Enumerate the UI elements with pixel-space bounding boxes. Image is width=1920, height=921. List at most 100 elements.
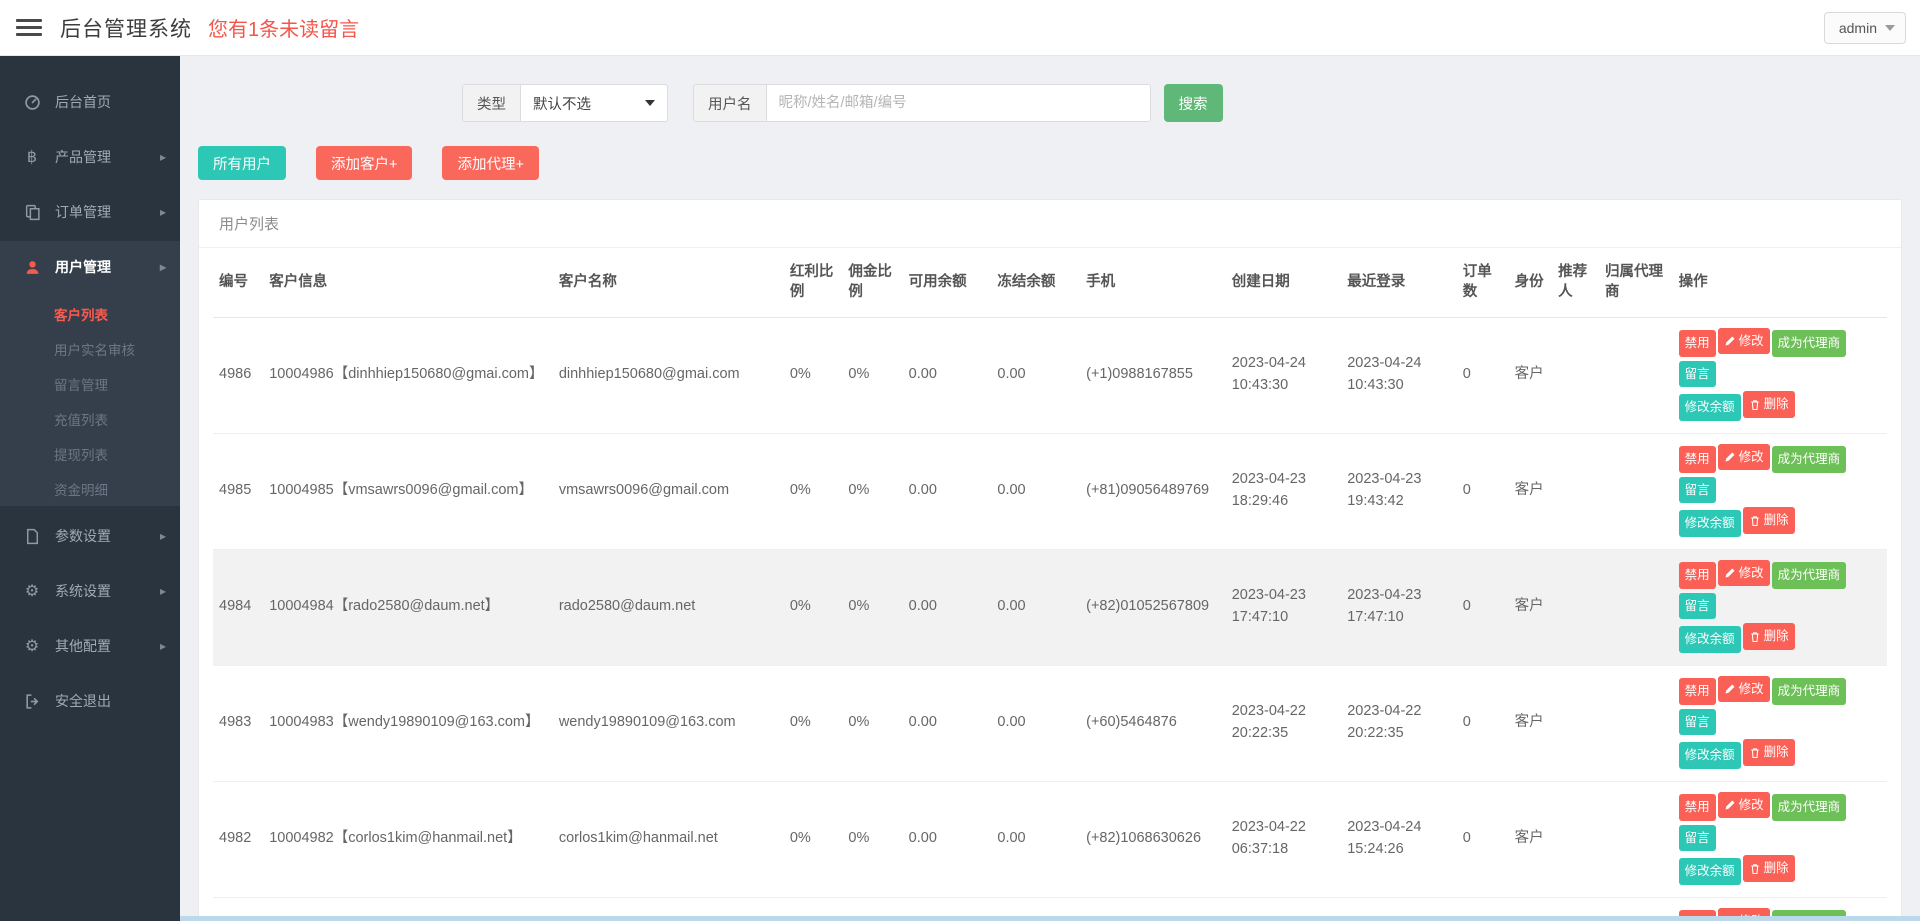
username-filter-label: 用户名 (694, 85, 767, 121)
edit-balance-button[interactable]: 修改余额 (1679, 742, 1741, 769)
delete-button[interactable]: 删除 (1743, 739, 1795, 766)
menu-toggle-icon[interactable] (16, 15, 42, 40)
files-icon (22, 204, 42, 221)
sidebar: 后台首页 ฿ 产品管理 ▸ 订单管理 ▸ 用户管理 ▸ 客户列表 用户实名审核 (0, 56, 180, 921)
delete-button[interactable]: 删除 (1743, 391, 1795, 418)
sidebar-item-users[interactable]: 用户管理 ▸ (0, 241, 180, 293)
column-header: 可用余额 (903, 248, 992, 317)
sidebar-subitem-customer-list[interactable]: 客户列表 (0, 296, 180, 331)
edit-balance-button[interactable]: 修改余额 (1679, 858, 1741, 885)
edit-button[interactable]: 修改 (1718, 444, 1770, 471)
cell-available-balance: 0.00 (903, 665, 992, 781)
edit-button[interactable]: 修改 (1718, 792, 1770, 819)
cell-frozen-balance: 0.00 (991, 781, 1080, 897)
trash-icon (1749, 863, 1761, 875)
cell-bonus-ratio: 0% (784, 665, 843, 781)
delete-button[interactable]: 删除 (1743, 507, 1795, 534)
disable-button[interactable]: 禁用 (1679, 446, 1716, 473)
column-header: 冻结余额 (991, 248, 1080, 317)
column-header: 最近登录 (1341, 248, 1457, 317)
become-agent-button[interactable]: 成为代理商 (1772, 678, 1847, 705)
horizontal-scrollbar[interactable] (180, 916, 1920, 921)
disable-button[interactable]: 禁用 (1679, 562, 1716, 589)
cell-created-date: 2023-04-22 20:22:35 (1226, 665, 1342, 781)
sidebar-subitem-withdraw-list[interactable]: 提现列表 (0, 436, 180, 471)
message-button[interactable]: 留言 (1679, 709, 1716, 736)
column-header: 编号 (213, 248, 263, 317)
cell-phone: (+1)0988167855 (1080, 317, 1226, 433)
disable-button[interactable]: 禁用 (1679, 794, 1716, 821)
sidebar-subitem-realname-review[interactable]: 用户实名审核 (0, 331, 180, 366)
trash-icon (1749, 399, 1761, 411)
search-button[interactable]: 搜索 (1164, 84, 1223, 122)
unread-message-alert[interactable]: 您有1条未读留言 (208, 13, 359, 42)
cell-customer-name: wendy19890109@163.com (553, 665, 784, 781)
disable-button[interactable]: 禁用 (1679, 678, 1716, 705)
username-input[interactable] (767, 85, 1150, 121)
type-filter-select[interactable]: 默认不选 (521, 85, 667, 121)
cell-frozen-balance: 0.00 (991, 317, 1080, 433)
chevron-right-icon: ▸ (160, 529, 166, 543)
edit-button[interactable]: 修改 (1718, 676, 1770, 703)
cell-id: 4986 (213, 317, 263, 433)
become-agent-button[interactable]: 成为代理商 (1772, 330, 1847, 357)
disable-button[interactable]: 禁用 (1679, 330, 1716, 357)
sidebar-item-params[interactable]: 参数设置 ▸ (0, 510, 180, 562)
delete-button[interactable]: 删除 (1743, 623, 1795, 650)
sidebar-subitem-message-management[interactable]: 留言管理 (0, 366, 180, 401)
cell-commission-ratio: 0% (842, 781, 902, 897)
become-agent-button[interactable]: 成为代理商 (1772, 562, 1847, 589)
file-icon (22, 528, 42, 545)
sidebar-item-system[interactable]: ⚙ 系统设置 ▸ (0, 565, 180, 617)
all-users-button[interactable]: 所有用户 (198, 146, 286, 180)
cell-id: 4983 (213, 665, 263, 781)
edit-balance-button[interactable]: 修改余额 (1679, 394, 1741, 421)
delete-button[interactable]: 删除 (1743, 855, 1795, 882)
type-filter-group: 类型 默认不选 (462, 84, 668, 122)
message-button[interactable]: 留言 (1679, 477, 1716, 504)
gear-icon: ⚙ (22, 636, 42, 656)
chevron-right-icon: ▸ (160, 639, 166, 653)
admin-dropdown[interactable]: admin (1824, 12, 1906, 44)
cell-agent (1599, 781, 1673, 897)
become-agent-button[interactable]: 成为代理商 (1772, 794, 1847, 821)
cell-customer-name: dinhhiep150680@gmai.com (553, 317, 784, 433)
cell-available-balance: 0.00 (903, 317, 992, 433)
user-table: 编号客户信息客户名称红利比例佣金比例可用余额冻结余额手机创建日期最近登录订单数身… (213, 248, 1887, 921)
cell-available-balance: 0.00 (903, 781, 992, 897)
add-agent-button[interactable]: 添加代理+ (442, 146, 538, 180)
edit-button[interactable]: 修改 (1718, 328, 1770, 355)
cell-customer-info: 10004983【wendy19890109@163.com】 (263, 665, 553, 781)
cell-actions: 禁用修改成为代理商留言 修改余额删除 (1673, 549, 1887, 665)
add-customer-button[interactable]: 添加客户+ (316, 146, 412, 180)
sidebar-item-logout[interactable]: 安全退出 (0, 675, 180, 727)
cell-customer-name: corlos1kim@hanmail.net (553, 781, 784, 897)
sidebar-item-label: 系统设置 (55, 581, 160, 601)
cell-role: 客户 (1509, 549, 1553, 665)
cell-order-count: 0 (1457, 665, 1509, 781)
sidebar-subitem-fund-details[interactable]: 资金明细 (0, 471, 180, 506)
message-button[interactable]: 留言 (1679, 593, 1716, 620)
panel-title: 用户列表 (199, 200, 1901, 248)
cell-commission-ratio: 0% (842, 317, 902, 433)
edit-balance-button[interactable]: 修改余额 (1679, 510, 1741, 537)
message-button[interactable]: 留言 (1679, 361, 1716, 388)
user-table-header-row: 编号客户信息客户名称红利比例佣金比例可用余额冻结余额手机创建日期最近登录订单数身… (213, 248, 1887, 317)
sidebar-subitem-recharge-list[interactable]: 充值列表 (0, 401, 180, 436)
column-header: 订单数 (1457, 248, 1509, 317)
table-row: 4982 10004982【corlos1kim@hanmail.net】 co… (213, 781, 1887, 897)
message-button[interactable]: 留言 (1679, 825, 1716, 852)
sidebar-item-other[interactable]: ⚙ 其他配置 ▸ (0, 620, 180, 672)
cell-customer-info: 10004985【vmsawrs0096@gmail.com】 (263, 433, 553, 549)
cell-last-login: 2023-04-24 15:24:26 (1341, 781, 1457, 897)
sidebar-item-orders[interactable]: 订单管理 ▸ (0, 186, 180, 238)
edit-balance-button[interactable]: 修改余额 (1679, 626, 1741, 653)
become-agent-button[interactable]: 成为代理商 (1772, 446, 1847, 473)
sidebar-item-products[interactable]: ฿ 产品管理 ▸ (0, 131, 180, 183)
dashboard-icon (22, 94, 42, 111)
user-list-panel: 用户列表 编号客户信息客户名称红利比例佣金比例可用余额冻结余额手机创建日期最近登… (198, 199, 1902, 921)
sidebar-item-home[interactable]: 后台首页 (0, 76, 180, 128)
cell-id: 4982 (213, 781, 263, 897)
edit-button[interactable]: 修改 (1718, 560, 1770, 587)
user-table-body: 4986 10004986【dinhhiep150680@gmai.com】 d… (213, 317, 1887, 921)
